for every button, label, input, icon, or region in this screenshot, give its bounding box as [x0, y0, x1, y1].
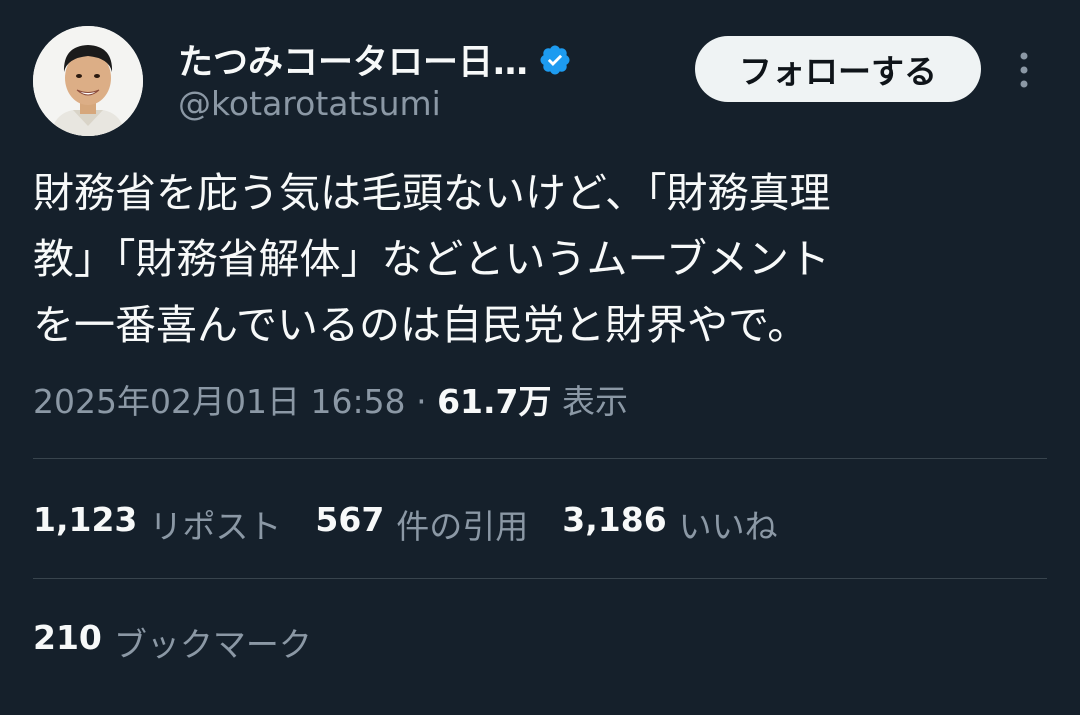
tweet-text: 財務省を庇う気は毛頭ないけど、「財務真理 教」「財務省解体」などというムーブメン… [33, 160, 1043, 358]
reposts-label: リポスト [149, 507, 282, 546]
tweet-text-line: を一番喜んでいるのは自民党と財界やで。 [33, 301, 809, 349]
avatar-image [33, 26, 143, 136]
tweet-timestamp[interactable]: 2025年02月01日 16:58 [33, 382, 406, 421]
quotes-label: 件の引用 [396, 507, 529, 546]
tweet-detail: たつみコータロー日… @kotarotatsumi フォローする 財務省を庇う気… [0, 0, 1080, 715]
tweet-meta: 2025年02月01日 16:58 · 61.7万 表示 [33, 375, 628, 423]
author-handle[interactable]: @kotarotatsumi [178, 84, 441, 123]
likes-count: 3,186 [562, 500, 667, 539]
reposts-count: 1,123 [33, 500, 138, 539]
meta-separator: · [416, 382, 427, 421]
tweet-text-line: 財務省を庇う気は毛頭ないけど、「財務真理 [33, 169, 831, 217]
quotes-count: 567 [315, 500, 385, 539]
verified-badge-icon [540, 44, 570, 75]
views-count: 61.7万 [437, 382, 552, 421]
likes-label: いいね [678, 507, 778, 546]
more-vertical-icon[interactable] [1012, 48, 1036, 92]
divider [33, 578, 1047, 579]
tweet-text-line: 教」「財務省解体」などというムーブメント [33, 235, 831, 283]
divider [33, 458, 1047, 459]
reposts-stat[interactable]: 1,123 リポスト [33, 500, 281, 548]
bookmarks-stat[interactable]: 210 ブックマーク [33, 618, 312, 666]
engagement-stats: 1,123 リポスト 567 件の引用 3,186 いいね [33, 500, 778, 548]
author-name-row: たつみコータロー日… [178, 34, 572, 85]
quotes-stat[interactable]: 567 件の引用 [315, 500, 528, 548]
avatar[interactable] [33, 26, 143, 136]
likes-stat[interactable]: 3,186 いいね [562, 500, 777, 548]
bookmarks-count: 210 [33, 618, 102, 657]
author-display-name[interactable]: たつみコータロー日… [178, 34, 528, 85]
bookmarks-label: ブックマーク [113, 625, 312, 664]
follow-button[interactable]: フォローする [695, 36, 981, 102]
views-label: 表示 [561, 382, 628, 421]
